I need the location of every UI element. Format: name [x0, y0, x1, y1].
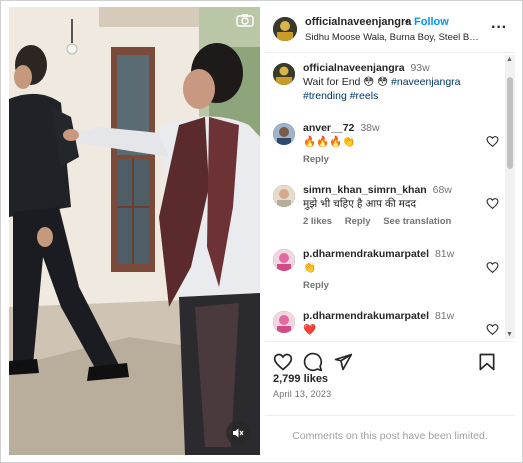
- audio-attribution-link[interactable]: Sidhu Moose Wala, Burna Boy, Steel Bangl…: [305, 32, 480, 43]
- like-comment-heart-icon[interactable]: [486, 135, 499, 148]
- share-icon[interactable]: [333, 352, 353, 372]
- reel-video[interactable]: [9, 7, 260, 455]
- post-side-panel: officialnaveenjangra • Follow Sidhu Moos…: [265, 7, 515, 455]
- like-comment-heart-icon[interactable]: [486, 197, 499, 210]
- camera-icon: [236, 14, 254, 27]
- post-header: officialnaveenjangra • Follow Sidhu Moos…: [265, 7, 515, 53]
- scrollbar-thumb[interactable]: [507, 77, 513, 169]
- comments-list[interactable]: officialnaveenjangra 93w Wait for End 😳 …: [265, 55, 515, 339]
- like-comment-heart-icon[interactable]: [486, 261, 499, 274]
- comment-icon[interactable]: [303, 352, 323, 372]
- separator-dot: •: [405, 16, 409, 28]
- heart-icon[interactable]: [273, 352, 293, 372]
- caption-item: officialnaveenjangra 93w Wait for End 😳 …: [273, 61, 503, 107]
- hashtag-link[interactable]: #trending: [303, 90, 347, 102]
- hashtag-link[interactable]: #naveenjangra: [391, 76, 460, 88]
- comment-text: मुझे भी चहिए है आप की मदद: [303, 198, 417, 210]
- reply-button[interactable]: Reply: [303, 154, 329, 165]
- bookmark-icon[interactable]: [477, 352, 497, 372]
- comment-avatar[interactable]: [273, 311, 295, 333]
- caption-time: 93w: [410, 62, 430, 74]
- comment-time: 81w: [434, 248, 455, 260]
- comment-time: 81w: [434, 310, 455, 322]
- post-date: April 13, 2023: [273, 389, 332, 399]
- hashtag-link[interactable]: #reels: [350, 90, 379, 102]
- comment-text: ❤️: [303, 324, 317, 336]
- comment-username[interactable]: anver__72: [303, 122, 354, 134]
- caption-username[interactable]: officialnaveenjangra: [303, 62, 405, 74]
- comment-avatar[interactable]: [273, 249, 295, 271]
- caption-avatar[interactable]: [273, 63, 295, 85]
- comment-time: 38w: [360, 122, 380, 134]
- comment-item: p.dharmendrakumarpatel 81w ❤️: [273, 309, 503, 339]
- comment-avatar[interactable]: [273, 123, 295, 145]
- comments-limited-notice: Comments on this post have been limited.: [265, 415, 515, 455]
- comment-username[interactable]: simrn_khan_simrn_khan: [303, 184, 427, 196]
- mute-icon: [233, 428, 244, 438]
- comment-username[interactable]: p.dharmendrakumarpatel: [303, 248, 429, 260]
- caption-text: Wait for End 😳 😳: [303, 76, 389, 88]
- reply-button[interactable]: Reply: [303, 280, 329, 291]
- comments-scrollbar[interactable]: ▲ ▼: [505, 55, 515, 339]
- reply-button[interactable]: Reply: [345, 216, 371, 227]
- comment-item: anver__72 38w 🔥🔥🔥👏 Reply: [273, 121, 503, 171]
- scroll-up-arrow-icon[interactable]: ▲: [506, 56, 513, 63]
- author-avatar[interactable]: [273, 17, 297, 41]
- author-username[interactable]: officialnaveenjangra: [305, 16, 411, 28]
- more-icon[interactable]: ···: [491, 19, 507, 37]
- likes-count[interactable]: 2,799 likes: [273, 373, 328, 385]
- follow-button[interactable]: Follow: [414, 16, 449, 28]
- see-translation-button[interactable]: See translation: [383, 216, 451, 227]
- comment-username[interactable]: p.dharmendrakumarpatel: [303, 310, 429, 322]
- comment-text: 🔥🔥🔥👏: [303, 136, 356, 148]
- comment-likes[interactable]: 2 likes: [303, 216, 332, 227]
- post-actions-bar: [265, 341, 515, 372]
- like-comment-heart-icon[interactable]: [486, 323, 499, 336]
- scroll-down-arrow-icon[interactable]: ▼: [506, 331, 513, 338]
- comment-item: p.dharmendrakumarpatel 81w 👏 Reply: [273, 247, 503, 297]
- comment-text: 👏: [303, 262, 317, 274]
- comment-item: simrn_khan_simrn_khan 68w मुझे भी चहिए ह…: [273, 183, 503, 239]
- video-frame-image: [9, 7, 260, 455]
- comment-time: 68w: [432, 184, 452, 196]
- mute-button[interactable]: [226, 421, 250, 445]
- comment-avatar[interactable]: [273, 185, 295, 207]
- post-dialog: officialnaveenjangra • Follow Sidhu Moos…: [0, 0, 523, 463]
